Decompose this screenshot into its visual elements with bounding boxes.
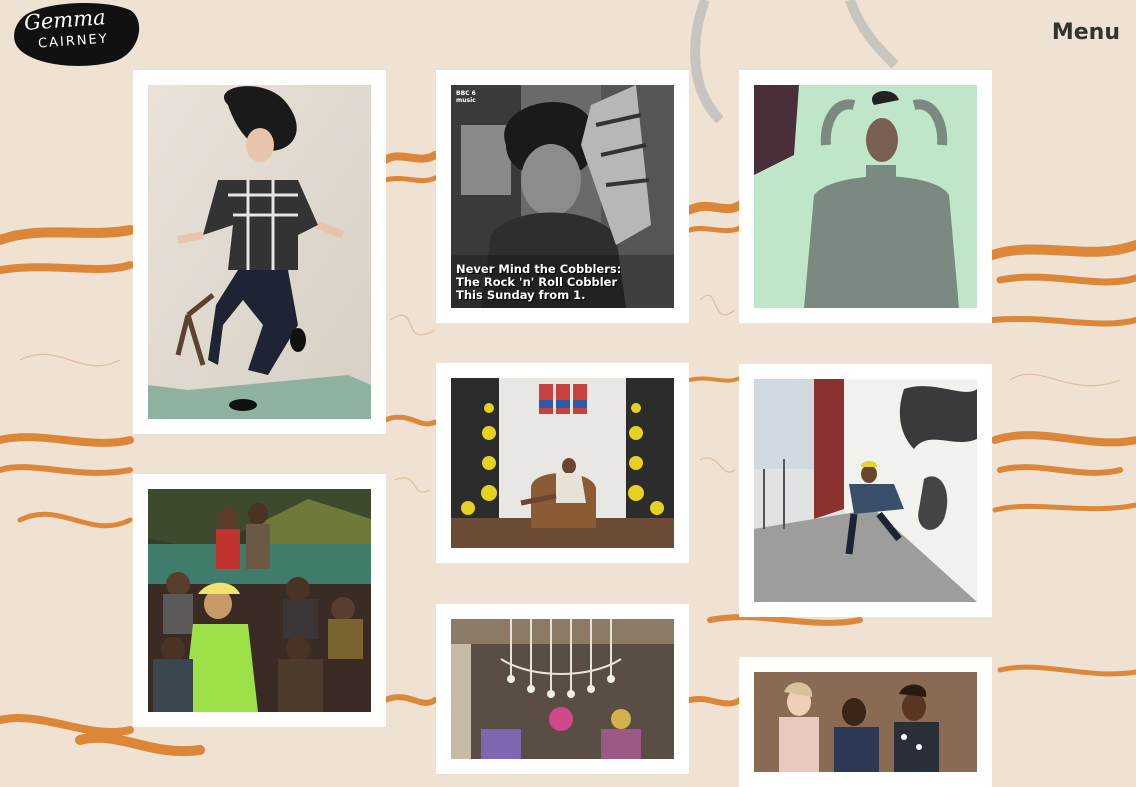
photo-card[interactable]: [133, 70, 386, 434]
photo-chandelier-room: [451, 619, 674, 759]
site-logo[interactable]: Gemma CAIRNEY: [12, 0, 142, 68]
photo-three-women: [754, 672, 977, 772]
photo-woman-green-tint: [754, 85, 977, 308]
photo-caption: Never Mind the Cobblers: The Rock 'n' Ro…: [456, 263, 621, 302]
photo-card[interactable]: [739, 364, 992, 617]
photo-card[interactable]: BBC 6 music Never Mind the Cobblers: The…: [436, 70, 689, 323]
menu-button[interactable]: Menu: [1052, 20, 1120, 45]
photo-card[interactable]: [436, 363, 689, 563]
photo-bbc-6music-promo: BBC 6 music Never Mind the Cobblers: The…: [451, 85, 674, 308]
photo-card[interactable]: [133, 474, 386, 727]
photo-speakers-armchair: [451, 378, 674, 548]
photo-card[interactable]: [739, 70, 992, 323]
photo-card[interactable]: [739, 657, 992, 787]
photo-group-by-lake: [148, 489, 371, 712]
photo-street-mural: [754, 379, 977, 602]
photo-card[interactable]: [436, 604, 689, 774]
caption-line: This Sunday from 1.: [456, 288, 586, 302]
bbc-6music-logo: BBC 6 music: [456, 90, 476, 104]
photo-jumping-woman: [148, 85, 371, 419]
